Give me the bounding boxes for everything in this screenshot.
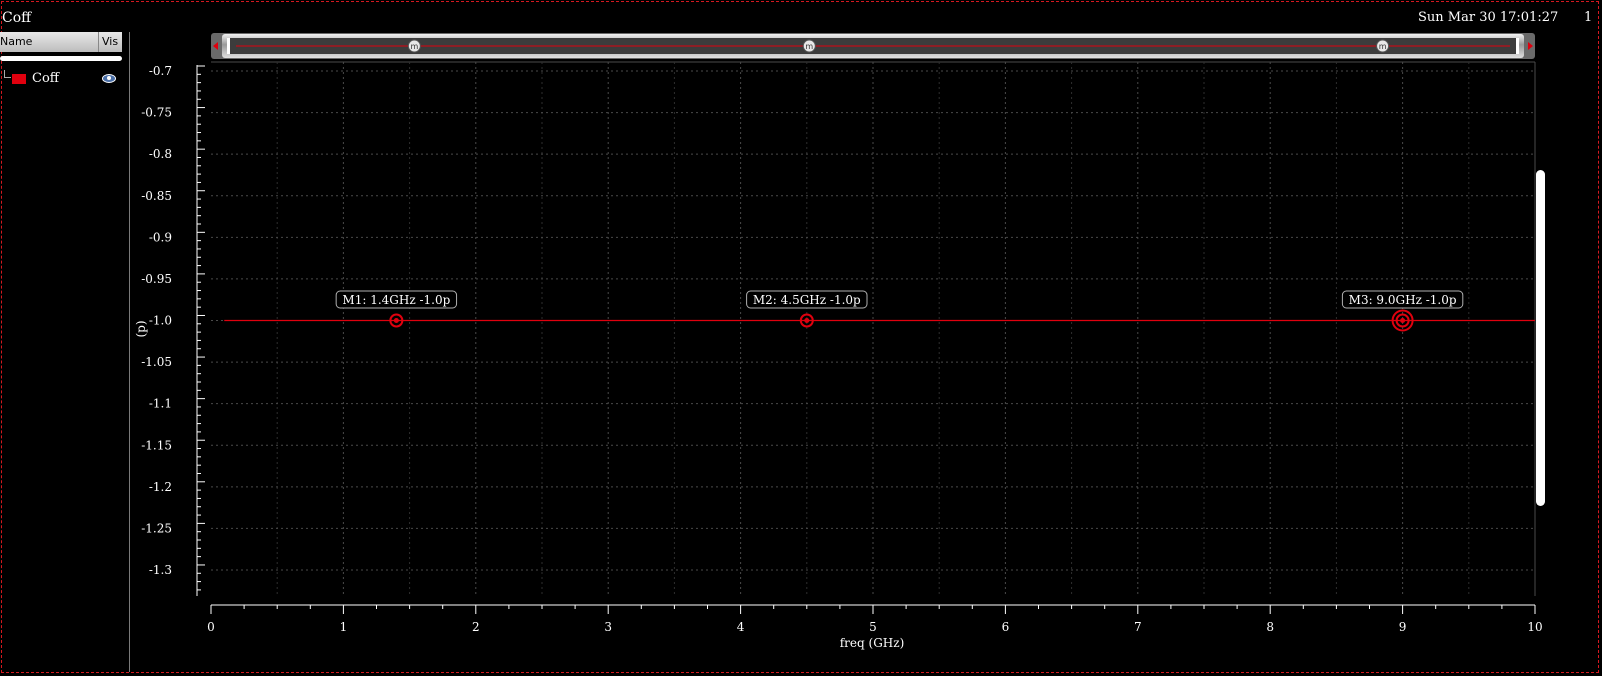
y-tick-label: -0.8 — [149, 147, 172, 161]
zoom-marker-badge[interactable]: m — [407, 39, 421, 53]
y-tick-label: -1.1 — [149, 397, 172, 411]
x-tick-label: 2 — [472, 620, 480, 634]
marker-dot-icon — [804, 318, 810, 323]
zoom-marker-badge[interactable]: m — [802, 39, 816, 53]
x-tick-label: 6 — [1002, 620, 1010, 634]
zoom-right-handle[interactable] — [1516, 38, 1519, 54]
x-tick-label: 4 — [737, 620, 745, 634]
y-tick-label: -0.85 — [141, 189, 172, 203]
y-tick-label: -1.05 — [141, 355, 172, 369]
x-tick-label: 3 — [604, 620, 612, 634]
y-tick-label: -0.7 — [149, 64, 172, 78]
x-tick-label: 5 — [869, 620, 877, 634]
y-tick-label: -1.15 — [141, 438, 172, 452]
x-tick-label: 9 — [1399, 620, 1407, 634]
zoom-left-handle[interactable] — [227, 38, 230, 54]
y-tick-label: -1.25 — [141, 521, 172, 535]
zoom-marker-badge-icon: m — [410, 42, 418, 51]
x-tick-label: 8 — [1266, 620, 1274, 634]
marker-label: M3: 9.0GHz -1.0p — [1349, 293, 1457, 307]
marker-1[interactable]: M1: 1.4GHz -1.0p — [335, 290, 458, 328]
y-tick-label: -0.95 — [141, 272, 172, 286]
marker-label: M2: 4.5GHz -1.0p — [753, 293, 861, 307]
y-axis-label: (p) — [134, 320, 148, 337]
zoom-marker-badge-icon: m — [1379, 42, 1387, 51]
x-tick-label: 0 — [207, 620, 215, 634]
y-tick-label: -0.9 — [149, 230, 172, 244]
marker-label: M1: 1.4GHz -1.0p — [342, 293, 450, 307]
chart-svg: m m m 0 1 2 3 4 5 6 7 8 9 10 -0.7 -0.75 -0.8 -0.85 -0.9 -0… — [134, 33, 1543, 650]
zoom-marker-badge-icon: m — [805, 42, 813, 51]
x-tick-label: 1 — [340, 620, 348, 634]
zoom-bar[interactable]: mmm — [211, 33, 1535, 59]
x-axis-label: freq (GHz) — [840, 636, 905, 650]
x-tick-label: 7 — [1134, 620, 1142, 634]
marker-dot-icon — [393, 318, 399, 323]
y-tick-label: -1.3 — [149, 563, 172, 577]
y-tick-label: -1.0 — [149, 314, 172, 328]
y-tick-label: -0.75 — [141, 106, 172, 120]
marker-3[interactable]: M3: 9.0GHz -1.0p — [1341, 290, 1464, 332]
x-tick-label: 10 — [1527, 620, 1542, 634]
marker-dot-icon — [1400, 318, 1406, 323]
y-tick-label: -1.2 — [149, 480, 172, 494]
zoom-marker-badge[interactable]: m — [1376, 39, 1390, 53]
